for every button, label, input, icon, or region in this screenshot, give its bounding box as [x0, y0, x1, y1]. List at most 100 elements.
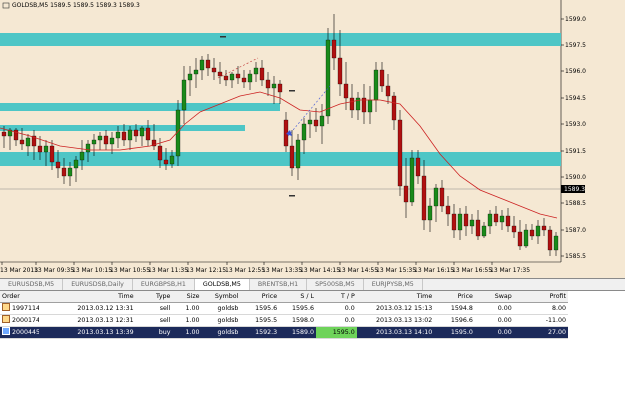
- price-label: 1597.5: [565, 42, 586, 49]
- bull-candle: [109, 137, 115, 145]
- cell-time: 2013.03.13 13:39: [77, 329, 134, 336]
- bear-candle: [475, 219, 481, 237]
- col-header-sl[interactable]: S / L: [279, 291, 316, 302]
- col-header-tp[interactable]: T / P: [316, 291, 357, 302]
- tab-eurjpysb-m5[interactable]: EURJPYSB,M5: [364, 279, 423, 290]
- bear-candle: [205, 59, 211, 69]
- bear-candle: [103, 135, 109, 145]
- bull-candle: [523, 229, 529, 247]
- order-type-icon: [2, 303, 10, 311]
- cell-time: 2013.03.13 14:10: [376, 329, 433, 336]
- time-label: 13 Mar 14:15: [300, 267, 340, 274]
- bull-candle: [427, 205, 433, 221]
- bear-candle: [415, 157, 421, 177]
- cell-type: buy: [158, 329, 171, 336]
- time-label: 13 Mar 12:55: [225, 267, 265, 274]
- price-zone: [0, 33, 561, 46]
- sl-marker: [220, 36, 226, 38]
- bear-candle: [391, 95, 397, 121]
- bull-candle: [481, 225, 487, 237]
- bear-candle: [1, 131, 7, 137]
- chart-tabs: EURUSDSB,M5 EURUSDSB,Daily EURGBPSB,H1 GOLD…: [0, 278, 625, 291]
- bull-candle: [139, 127, 145, 137]
- bear-candle: [445, 205, 451, 215]
- order-id: 1997114: [12, 305, 39, 312]
- col-header-profit[interactable]: Profit: [514, 291, 568, 302]
- cell-order: 2000445: [0, 327, 39, 338]
- col-header-price[interactable]: Price: [240, 291, 279, 302]
- bull-candle: [91, 139, 97, 145]
- price-label: 1585.5: [565, 253, 586, 260]
- table-row[interactable]: 1997114 2013.03.12 13:31 sell 1.00 goldsb 159…: [0, 303, 568, 315]
- cell-symbol: goldsb: [217, 317, 239, 324]
- bear-candle: [541, 225, 547, 231]
- time-label: 13 Mar 11:35: [148, 267, 188, 274]
- cell-order: 2000174: [0, 315, 39, 326]
- tab-eurusdsb-m5[interactable]: EURUSDSB,M5: [0, 279, 64, 290]
- tab-eurgbpsb-h1[interactable]: EURGBPSB,H1: [133, 279, 195, 290]
- cell-tp: 1595.0: [316, 327, 357, 338]
- cell-swap: 0.00: [497, 305, 512, 312]
- cell-size: 1.00: [185, 317, 200, 324]
- bear-candle: [343, 83, 349, 99]
- tab-brentsb-h1[interactable]: BRENTSB,H1: [250, 279, 308, 290]
- bull-candle: [271, 83, 277, 89]
- cell-price: 1595.0: [450, 329, 473, 336]
- bear-candle: [385, 85, 391, 97]
- bear-candle: [337, 57, 343, 85]
- cell-size: 1.00: [185, 305, 200, 312]
- cell-tp: 0.0: [344, 305, 355, 312]
- col-header-symbol[interactable]: Symbol: [202, 291, 241, 302]
- time-label: 13 Mar 09:35: [34, 267, 74, 274]
- bear-candle: [439, 187, 445, 207]
- bear-candle: [37, 145, 43, 153]
- bear-candle: [331, 39, 337, 59]
- col-header-time[interactable]: Time: [357, 291, 434, 302]
- bear-candle: [463, 213, 469, 227]
- cell-price: 1595.6: [255, 305, 278, 312]
- col-header-size[interactable]: Size: [172, 291, 201, 302]
- price-label: 1588.5: [565, 200, 586, 207]
- tab-goldsb-m5[interactable]: GOLDSB,M5: [194, 279, 250, 290]
- table-row[interactable]: 2000174 2013.03.13 12:31 sell 1.00 goldsb 159…: [0, 315, 568, 327]
- sl-marker: [289, 195, 295, 197]
- bear-candle: [223, 75, 229, 81]
- bear-candle: [277, 83, 283, 93]
- cell-swap: 0.00: [497, 317, 512, 324]
- price-zone: [0, 103, 280, 111]
- time-label: 13 Mar 10:55: [110, 267, 150, 274]
- bull-candle: [169, 155, 175, 165]
- cell-price: 1596.6: [450, 317, 473, 324]
- bear-candle: [421, 175, 427, 221]
- time-label: 13 Mar 10:15: [72, 267, 112, 274]
- col-header-price[interactable]: Price: [434, 291, 475, 302]
- bear-candle: [505, 215, 511, 227]
- bull-candle: [193, 69, 199, 75]
- col-header-type[interactable]: Type: [136, 291, 173, 302]
- bull-candle: [499, 215, 505, 223]
- price-label: 1591.5: [565, 148, 586, 155]
- bull-candle: [301, 123, 307, 141]
- bull-candle: [73, 159, 79, 169]
- bear-candle: [547, 229, 553, 251]
- cell-profit: 27.00: [547, 329, 566, 336]
- bull-candle: [457, 213, 463, 231]
- bull-candle: [97, 135, 103, 141]
- bear-candle: [133, 129, 139, 137]
- tab-eurusdsb-daily[interactable]: EURUSDSB,Daily: [63, 279, 133, 290]
- bear-candle: [163, 159, 169, 165]
- tab-sp500sb-m5[interactable]: SP500SB,M5: [307, 279, 364, 290]
- time-label: 13 Mar 12:15: [186, 267, 226, 274]
- table-row[interactable]: 2000445 2013.03.13 13:39 buy 1.00 goldsb 1592…: [0, 327, 568, 339]
- price-label: 1594.5: [565, 95, 586, 102]
- bull-candle: [325, 39, 331, 117]
- cell-symbol: goldsb: [217, 305, 239, 312]
- col-header-order[interactable]: Order: [0, 291, 39, 302]
- cell-tp: 0.0: [344, 317, 355, 324]
- bear-candle: [19, 139, 25, 145]
- bull-candle: [253, 67, 259, 75]
- bear-candle: [511, 225, 517, 233]
- col-header-swap[interactable]: Swap: [475, 291, 514, 302]
- price-chart[interactable]: 1599.0 1597.5 1596.0 1594.5 1593.0 1591.5 1590…: [0, 0, 625, 278]
- col-header-time[interactable]: Time: [39, 291, 136, 302]
